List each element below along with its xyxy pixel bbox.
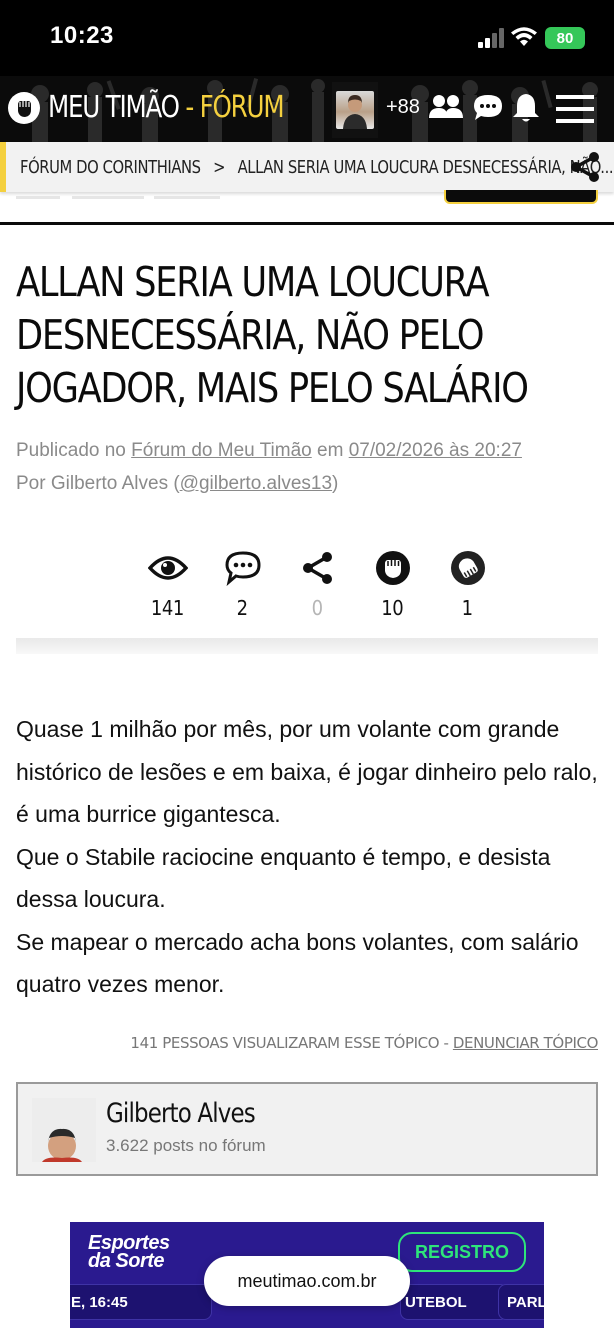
peek-button [444, 190, 598, 204]
peek-divider [154, 196, 220, 199]
logo-sub-text: FÓRUM [199, 90, 285, 125]
views-stat: 141 [130, 548, 205, 620]
post-footer: 141 PESSOAS VISUALIZARAM ESSE TÓPICO - D… [130, 1034, 598, 1052]
forum-link[interactable]: Fórum do Meu Timão [131, 440, 312, 461]
site-logo[interactable]: MEU TIMÃO - FÓRUM [8, 90, 335, 125]
ad-brand-line2: da Sorte [88, 1250, 165, 1272]
browser-url-bar[interactable]: meutimao.com.br [204, 1256, 410, 1306]
report-topic-link[interactable]: DENUNCIAR TÓPICO [453, 1034, 599, 1052]
published-prefix: Publicado no [16, 440, 132, 461]
author-name[interactable]: Gilberto Alves [106, 1098, 256, 1129]
post-body: Quase 1 milhão por mês, por um volante c… [16, 708, 606, 1006]
share-icon[interactable] [568, 151, 602, 183]
author-avatar[interactable] [32, 1098, 96, 1162]
fist-up-icon [375, 551, 410, 585]
content-top-rule [0, 222, 614, 225]
post-meta: Publicado no Fórum do Meu Timão em 07/02… [16, 434, 522, 500]
status-bar: 10:23 80 [0, 0, 614, 76]
comments-stat[interactable]: 2 [205, 548, 280, 620]
status-time: 10:23 [50, 22, 114, 49]
eye-icon [147, 556, 188, 580]
post-paragraph: Se mapear o mercado acha bons volantes, … [16, 928, 579, 998]
share-icon [302, 552, 332, 584]
author-prefix: Por Gilberto Alves ( [16, 473, 180, 494]
breadcrumb-separator: > [213, 156, 226, 178]
author-post-count: 3.622 posts no fórum [106, 1136, 266, 1155]
bell-icon[interactable] [512, 92, 540, 124]
author-handle-link[interactable]: @gilberto.alves13 [180, 473, 332, 494]
fist-down-icon [450, 551, 485, 585]
comment-icon [224, 551, 261, 586]
author-suffix: ) [332, 473, 339, 494]
battery-indicator: 80 [545, 27, 585, 49]
ad-sport-tab[interactable]: UTEBOL [400, 1284, 508, 1320]
logo-main-text: MEU TIMÃO [48, 90, 180, 125]
dislikes-stat[interactable]: 1 [430, 548, 505, 620]
ad-sport-tab-2[interactable]: PARL [498, 1284, 544, 1320]
likes-stat[interactable]: 10 [355, 548, 430, 620]
breadcrumb: FÓRUM DO CORINTHIANS > ALLAN SERIA UMA L… [0, 142, 614, 192]
stats-divider [16, 638, 598, 654]
menu-icon[interactable] [556, 94, 594, 124]
breadcrumb-current-topic: ALLAN SERIA UMA LOUCURA DESNECESSÁRIA, N… [237, 156, 614, 178]
cellular-signal-icon [478, 28, 504, 48]
ad-brand: Esportes da Sorte [88, 1233, 170, 1272]
views-summary: 141 PESSOAS VISUALIZARAM ESSE TÓPICO - [130, 1034, 453, 1052]
peek-divider [16, 196, 60, 199]
post-date-link[interactable]: 07/02/2026 às 20:27 [349, 440, 522, 461]
ad-register-button[interactable]: REGISTRO [398, 1232, 526, 1272]
post-stats: 141 2 0 10 1 [130, 548, 505, 620]
page-title: ALLAN SERIA UMA LOUCURA DESNECESSÁRIA, N… [16, 258, 529, 412]
shares-stat[interactable]: 0 [280, 548, 355, 620]
wifi-icon [511, 27, 537, 46]
fist-logo-icon [8, 91, 40, 124]
logo-separator: - [178, 90, 200, 125]
online-count: +88 [386, 96, 420, 118]
post-paragraph: Quase 1 milhão por mês, por um volante c… [16, 716, 598, 827]
ad-event-row[interactable]: E, 16:45 [70, 1284, 212, 1320]
chat-icon[interactable] [472, 92, 504, 124]
dislikes-count: 1 [461, 596, 473, 620]
likes-count: 10 [381, 596, 404, 620]
battery-level: 80 [556, 29, 574, 47]
app-header: MEU TIMÃO - FÓRUM +88 [0, 76, 614, 142]
browser-url: meutimao.com.br [237, 1270, 377, 1291]
views-count: 141 [150, 596, 185, 620]
author-card[interactable]: Gilberto Alves 3.622 posts no fórum [16, 1082, 598, 1176]
post-paragraph: Que o Stabile raciocine enquanto é tempo… [16, 843, 551, 913]
breadcrumb-forum-link[interactable]: FÓRUM DO CORINTHIANS [20, 157, 201, 178]
peek-divider [72, 196, 144, 199]
user-avatar[interactable] [332, 82, 378, 138]
date-prefix: em [311, 440, 349, 461]
shares-count: 0 [311, 596, 323, 620]
comments-count: 2 [236, 596, 248, 620]
users-icon[interactable] [428, 92, 464, 124]
